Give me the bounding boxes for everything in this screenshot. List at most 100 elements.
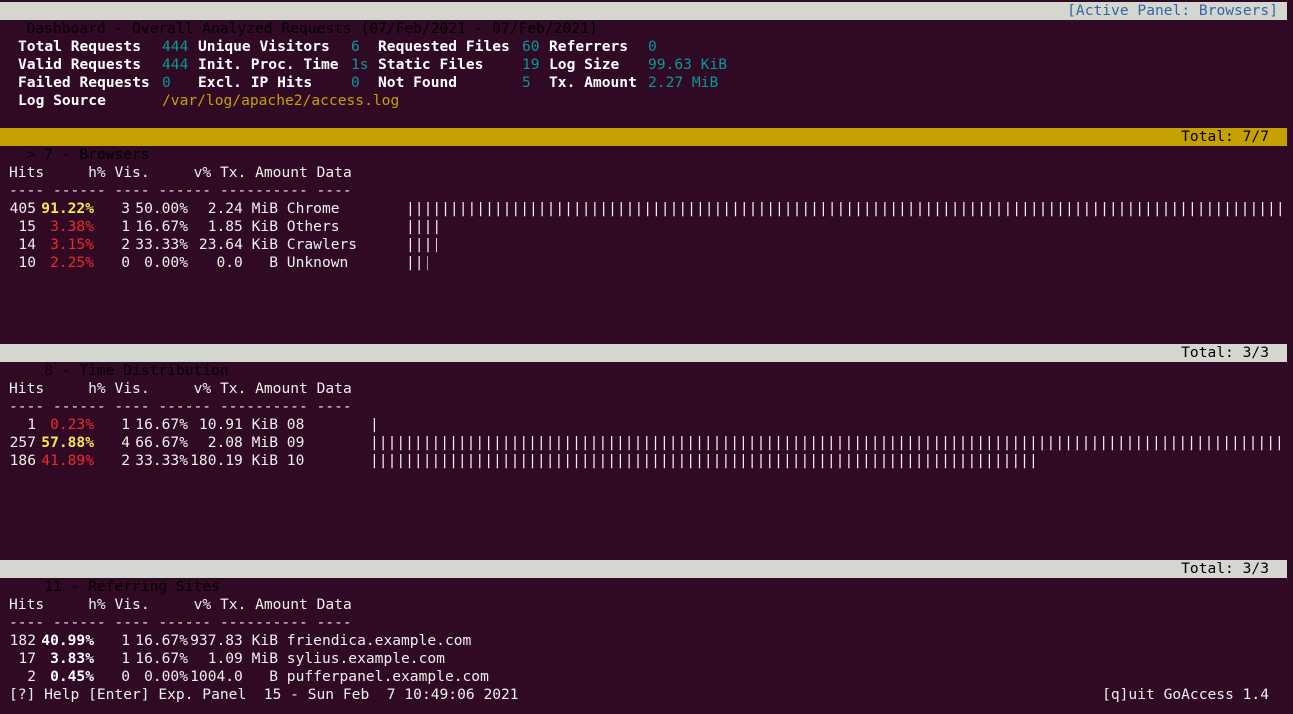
panel-title-browsers: > 7 - Browsers bbox=[26, 146, 150, 163]
row-data: 09 bbox=[286, 434, 305, 451]
tx-amount-value: 2.27 MiB bbox=[648, 74, 719, 91]
table-row[interactable]: 405 91.22% 3 50.00% 2.24 MiB Chrome bbox=[0, 200, 340, 217]
column-tx: Tx. Amount bbox=[219, 164, 308, 181]
column-tx: Tx. Amount bbox=[219, 380, 308, 397]
column-hpct: h% bbox=[88, 380, 106, 397]
tx-amount-label: Tx. Amount bbox=[549, 74, 637, 91]
row-hpct: 0.23% bbox=[50, 416, 94, 433]
log-source-label: Log Source bbox=[18, 92, 106, 109]
row-data: sylius.example.com bbox=[286, 650, 445, 667]
column-vis: Vis. bbox=[114, 596, 150, 613]
row-tx: 180.19 KiB bbox=[190, 452, 278, 469]
row-hpct: 3.38% bbox=[50, 218, 94, 235]
row-vis: 2 bbox=[121, 236, 130, 253]
row-vpct: 66.67% bbox=[135, 434, 188, 451]
panel-header-referring-sites[interactable]: 11 - Referring Sites Total: 3/3 bbox=[0, 560, 1287, 595]
column-hits: Hits bbox=[9, 380, 45, 397]
row-data: 10 bbox=[286, 452, 305, 469]
dashboard-title: Dashboard - Overall Analyzed Requests (0… bbox=[26, 20, 598, 37]
row-data: pufferpanel.example.com bbox=[286, 668, 489, 685]
init-proc-label: Init. Proc. Time bbox=[198, 56, 339, 73]
column-header-row: Hits h% Vis. v% Tx. Amount Data bbox=[9, 164, 352, 181]
row-data: 08 bbox=[286, 416, 305, 433]
excl-ip-label: Excl. IP Hits bbox=[198, 74, 313, 91]
log-size-value: 99.63 KiB bbox=[648, 56, 728, 73]
table-row[interactable]: 182 40.99% 1 16.67% 937.83 KiB friendica.exa… bbox=[0, 632, 472, 649]
referrers-label: Referrers bbox=[549, 38, 629, 55]
row-hits: 15 bbox=[18, 218, 36, 235]
row-hits: 1 bbox=[27, 416, 36, 433]
row-data: Unknown bbox=[286, 254, 349, 271]
row-hpct: 0.45% bbox=[50, 668, 94, 685]
row-vpct: 33.33% bbox=[135, 452, 188, 469]
table-row[interactable]: 2 0.45% 0 0.00% 1004.0 B pufferpanel.example… bbox=[0, 668, 489, 685]
row-hpct: 57.88% bbox=[41, 434, 94, 451]
panel-header-browsers[interactable]: > 7 - Browsers Total: 7/7 bbox=[0, 128, 1287, 163]
table-row[interactable]: 10 2.25% 0 0.00% 0.0 B Unknown bbox=[0, 254, 348, 271]
panel-header-time-distribution[interactable]: 8 - Time Distribution Total: 3/3 bbox=[0, 344, 1287, 379]
row-bar: ||||||||||||||||||||||||||||||||||||||||… bbox=[370, 434, 1287, 451]
row-hits: 186 bbox=[9, 452, 36, 469]
dashboard-header: Dashboard - Overall Analyzed Requests (0… bbox=[0, 2, 1287, 37]
panel-total-time-distribution: Total: 3/3 bbox=[1181, 344, 1269, 361]
row-tx: 2.08 MiB bbox=[207, 434, 278, 451]
log-size-label: Log Size bbox=[549, 56, 620, 73]
table-row[interactable]: 1 0.23% 1 16.67% 10.91 KiB 08 bbox=[0, 416, 304, 433]
row-hpct: 3.83% bbox=[50, 650, 94, 667]
unique-visitors-label: Unique Visitors bbox=[198, 38, 330, 55]
row-bar: ||||||||||||||||||||||||||||||||||||||||… bbox=[406, 200, 1287, 217]
table-row[interactable]: 186 41.89% 2 33.33% 180.19 KiB 10 bbox=[0, 452, 305, 469]
row-vis: 0 bbox=[121, 254, 130, 271]
row-vis: 1 bbox=[121, 218, 130, 235]
row-bar: ||| bbox=[370, 416, 379, 433]
column-data: Data bbox=[316, 596, 352, 613]
row-tx: 937.83 KiB bbox=[190, 632, 278, 649]
total-requests-label: Total Requests bbox=[18, 38, 142, 55]
row-hits: 14 bbox=[18, 236, 36, 253]
row-vpct: 16.67% bbox=[135, 650, 188, 667]
row-vis: 2 bbox=[121, 452, 130, 469]
row-vpct: 50.00% bbox=[135, 200, 188, 217]
row-vis: 4 bbox=[121, 434, 130, 451]
total-requests-value: 444 bbox=[162, 38, 189, 55]
row-vis: 0 bbox=[121, 668, 130, 685]
panel-title-time-distribution: 8 - Time Distribution bbox=[26, 362, 229, 379]
column-hpct: h% bbox=[88, 164, 106, 181]
column-vpct: v% bbox=[193, 164, 212, 181]
table-row[interactable]: 14 3.15% 2 33.33% 23.64 KiB Crawlers bbox=[0, 236, 357, 253]
row-hpct: 91.22% bbox=[41, 200, 94, 217]
column-separator: ---- ------ ---- ------ ---------- ---- bbox=[9, 182, 352, 199]
requested-files-value: 60 bbox=[522, 38, 540, 55]
row-vis: 1 bbox=[121, 650, 130, 667]
column-hits: Hits bbox=[9, 164, 45, 181]
valid-requests-label: Valid Requests bbox=[18, 56, 142, 73]
row-vpct: 33.33% bbox=[135, 236, 188, 253]
row-vis: 3 bbox=[121, 200, 130, 217]
row-hits: 2 bbox=[27, 668, 36, 685]
row-vis: 1 bbox=[121, 632, 130, 649]
row-hpct: 41.89% bbox=[41, 452, 94, 469]
row-hpct: 40.99% bbox=[41, 632, 94, 649]
not-found-label: Not Found bbox=[378, 74, 458, 91]
column-vpct: v% bbox=[193, 380, 212, 397]
row-tx: 2.24 MiB bbox=[207, 200, 278, 217]
column-separator: ---- ------ ---- ------ ---------- ---- bbox=[9, 398, 352, 415]
row-tx: 1.85 KiB bbox=[207, 218, 278, 235]
row-tx: 10.91 KiB bbox=[198, 416, 278, 433]
column-hpct: h% bbox=[88, 596, 106, 613]
column-data: Data bbox=[316, 164, 352, 181]
row-hits: 10 bbox=[18, 254, 36, 271]
row-vpct: 16.67% bbox=[135, 218, 188, 235]
unique-visitors-value: 6 bbox=[351, 38, 360, 55]
footer-quit: [q]uit GoAccess 1.4 bbox=[1102, 686, 1269, 703]
column-vis: Vis. bbox=[114, 380, 150, 397]
row-bar: ||||||||||||||||||||||||||||||||||||||||… bbox=[370, 452, 1034, 469]
table-row[interactable]: 15 3.38% 1 16.67% 1.85 KiB Others bbox=[0, 218, 339, 235]
row-hpct: 3.15% bbox=[50, 236, 94, 253]
table-row[interactable]: 257 57.88% 4 66.67% 2.08 MiB 09 bbox=[0, 434, 305, 451]
row-data: friendica.example.com bbox=[286, 632, 472, 649]
column-separator: ---- ------ ---- ------ ---------- ---- bbox=[9, 614, 352, 631]
column-vpct: v% bbox=[193, 596, 212, 613]
table-row[interactable]: 17 3.83% 1 16.67% 1.09 MiB sylius.example.co… bbox=[0, 650, 445, 667]
column-tx: Tx. Amount bbox=[219, 596, 308, 613]
